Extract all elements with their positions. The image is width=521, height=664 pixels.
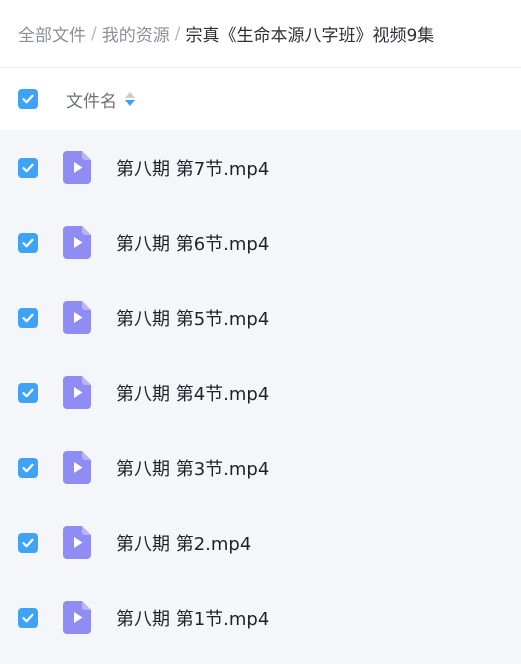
breadcrumb-separator: / <box>174 23 181 44</box>
checkmark-icon <box>22 388 34 397</box>
checkmark-icon <box>22 238 34 247</box>
checkmark-icon <box>22 613 34 622</box>
video-file-icon <box>63 226 91 259</box>
file-name: 第八期 第5节.mp4 <box>116 308 270 330</box>
file-checkbox[interactable] <box>18 232 38 253</box>
file-row[interactable]: 第八期 第2.mp4 <box>0 505 521 580</box>
column-header-filename[interactable]: 文件名 <box>66 87 117 112</box>
breadcrumb-separator: / <box>91 23 97 44</box>
video-file-icon <box>63 526 91 559</box>
sort-down-icon <box>125 100 135 106</box>
file-name: 第八期 第3节.mp4 <box>116 458 270 480</box>
breadcrumb-all-files[interactable]: 全部文件 <box>18 21 86 46</box>
select-all-checkbox[interactable] <box>18 89 38 109</box>
file-row[interactable]: 第八期 第7节.mp4 <box>0 130 521 205</box>
file-name: 第八期 第4节.mp4 <box>116 383 270 405</box>
file-list: 第八期 第7节.mp4 第八期 第6节.mp4 第八期 第5节.mp4 第八期 … <box>0 130 521 664</box>
file-row[interactable]: 第八期 第5节.mp4 <box>0 280 521 355</box>
video-file-icon <box>63 301 91 334</box>
table-header: 文件名 <box>0 68 521 130</box>
breadcrumb-my-resources[interactable]: 我的资源 <box>102 21 170 46</box>
breadcrumb: 全部文件 / 我的资源 / 宗真《生命本源八字班》视频9集 <box>0 0 521 68</box>
file-checkbox[interactable] <box>18 157 38 178</box>
checkmark-icon <box>22 163 34 172</box>
file-row[interactable]: 第八期 第3节.mp4 <box>0 430 521 505</box>
file-name: 第八期 第1节.mp4 <box>116 608 270 630</box>
file-checkbox[interactable] <box>18 307 38 328</box>
checkmark-icon <box>22 538 34 547</box>
file-name: 第八期 第7节.mp4 <box>116 158 270 180</box>
checkmark-icon <box>22 94 34 104</box>
video-file-icon <box>63 601 91 634</box>
file-row[interactable]: 第八期 第1节.mp4 <box>0 580 521 655</box>
sort-icon[interactable] <box>125 92 135 106</box>
checkmark-icon <box>22 313 34 322</box>
file-checkbox[interactable] <box>18 382 38 403</box>
file-name: 第八期 第2.mp4 <box>116 533 252 555</box>
file-checkbox[interactable] <box>18 532 38 553</box>
file-checkbox[interactable] <box>18 457 38 478</box>
file-row[interactable]: 第八期 第4节.mp4 <box>0 355 521 430</box>
file-checkbox[interactable] <box>18 607 38 628</box>
video-file-icon <box>63 376 91 409</box>
checkmark-icon <box>22 463 34 472</box>
video-file-icon <box>63 151 91 184</box>
breadcrumb-current-folder: 宗真《生命本源八字班》视频9集 <box>185 26 435 46</box>
sort-up-icon <box>125 92 135 98</box>
file-name: 第八期 第6节.mp4 <box>116 233 270 255</box>
file-row[interactable]: 第八期 第6节.mp4 <box>0 205 521 280</box>
video-file-icon <box>63 451 91 484</box>
